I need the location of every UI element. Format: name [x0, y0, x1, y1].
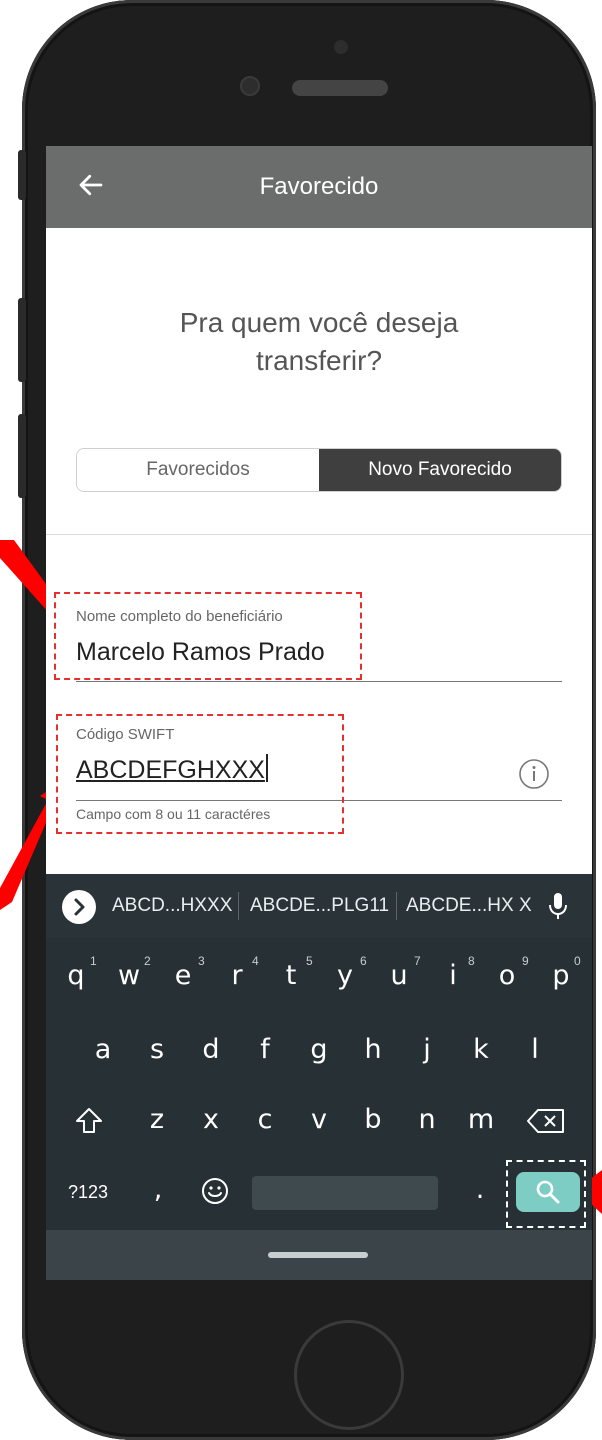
- page-title: Favorecido: [259, 173, 379, 200]
- volume-down-button: [18, 414, 26, 498]
- key-t[interactable]: t: [271, 960, 311, 991]
- key-e[interactable]: e: [163, 960, 203, 991]
- speaker-grille: [292, 80, 388, 96]
- home-gesture-pill[interactable]: [268, 1252, 368, 1258]
- highlight-swift-field: [56, 714, 344, 834]
- symbols-key[interactable]: ?123: [56, 1182, 120, 1203]
- tab-favorecidos[interactable]: Favorecidos: [77, 449, 319, 491]
- keyboard: 1 q 2 w 3 e 4 r 5 t 6 y 7 u 8 i 9 o 0 p …: [46, 938, 592, 1230]
- key-q[interactable]: q: [56, 960, 96, 991]
- key-z[interactable]: z: [137, 1104, 177, 1135]
- key-m[interactable]: m: [461, 1104, 501, 1135]
- key-v[interactable]: v: [299, 1104, 339, 1135]
- shift-icon[interactable]: [74, 1106, 104, 1136]
- key-j[interactable]: j: [407, 1034, 447, 1065]
- suggestion-2[interactable]: ABCDE...PLG11: [250, 874, 389, 938]
- chevron-right-icon[interactable]: [62, 890, 96, 924]
- key-c[interactable]: c: [245, 1104, 285, 1135]
- backspace-icon[interactable]: [526, 1108, 566, 1134]
- info-icon[interactable]: [518, 758, 550, 790]
- key-u[interactable]: u: [379, 960, 419, 991]
- section-divider: [46, 534, 592, 535]
- key-i[interactable]: i: [433, 960, 473, 991]
- key-d[interactable]: d: [191, 1034, 231, 1065]
- keyboard-suggestion-bar: ABCD...HXXX ABCDE...PLG11 ABCDE...HX X: [46, 874, 592, 938]
- key-s[interactable]: s: [137, 1034, 177, 1065]
- key-k[interactable]: k: [461, 1034, 501, 1065]
- highlight-search-key: [506, 1160, 586, 1228]
- comma-key[interactable]: ,: [138, 1174, 178, 1205]
- key-h[interactable]: h: [353, 1034, 393, 1065]
- emoji-icon[interactable]: [200, 1176, 230, 1206]
- system-nav-bar: [46, 1230, 592, 1280]
- key-f[interactable]: f: [245, 1034, 285, 1065]
- front-camera: [240, 76, 260, 96]
- key-n[interactable]: n: [407, 1104, 447, 1135]
- segmented-control: Favorecidos Novo Favorecido: [76, 448, 562, 492]
- microphone-icon[interactable]: [548, 892, 568, 920]
- key-r[interactable]: r: [217, 960, 257, 991]
- key-a[interactable]: a: [83, 1034, 123, 1065]
- key-g[interactable]: g: [299, 1034, 339, 1065]
- mute-switch: [18, 150, 26, 200]
- question-heading: Pra quem você deseja transferir?: [179, 307, 459, 376]
- name-field-underline: [76, 681, 562, 682]
- arrow-left-icon[interactable]: [76, 170, 106, 200]
- app-screen: Favorecido Pra quem você deseja transfer…: [46, 146, 592, 1280]
- space-key[interactable]: [252, 1176, 438, 1210]
- suggestion-1[interactable]: ABCD...HXXX: [112, 874, 232, 938]
- key-y[interactable]: y: [325, 960, 365, 991]
- front-sensor: [334, 40, 348, 54]
- key-x[interactable]: x: [191, 1104, 231, 1135]
- suggestion-divider: [238, 892, 239, 920]
- highlight-name-field: [54, 592, 362, 680]
- key-o[interactable]: o: [487, 960, 527, 991]
- suggestion-divider: [396, 892, 397, 920]
- app-bar: Favorecido: [46, 146, 592, 228]
- volume-up-button: [18, 298, 26, 382]
- period-key[interactable]: .: [460, 1174, 500, 1205]
- key-l[interactable]: l: [515, 1034, 555, 1065]
- home-button[interactable]: [294, 1320, 404, 1430]
- key-w[interactable]: w: [109, 960, 149, 991]
- key-b[interactable]: b: [353, 1104, 393, 1135]
- suggestion-3[interactable]: ABCDE...HX X: [406, 874, 532, 938]
- key-p[interactable]: p: [541, 960, 581, 991]
- tab-novo-favorecido[interactable]: Novo Favorecido: [319, 449, 561, 491]
